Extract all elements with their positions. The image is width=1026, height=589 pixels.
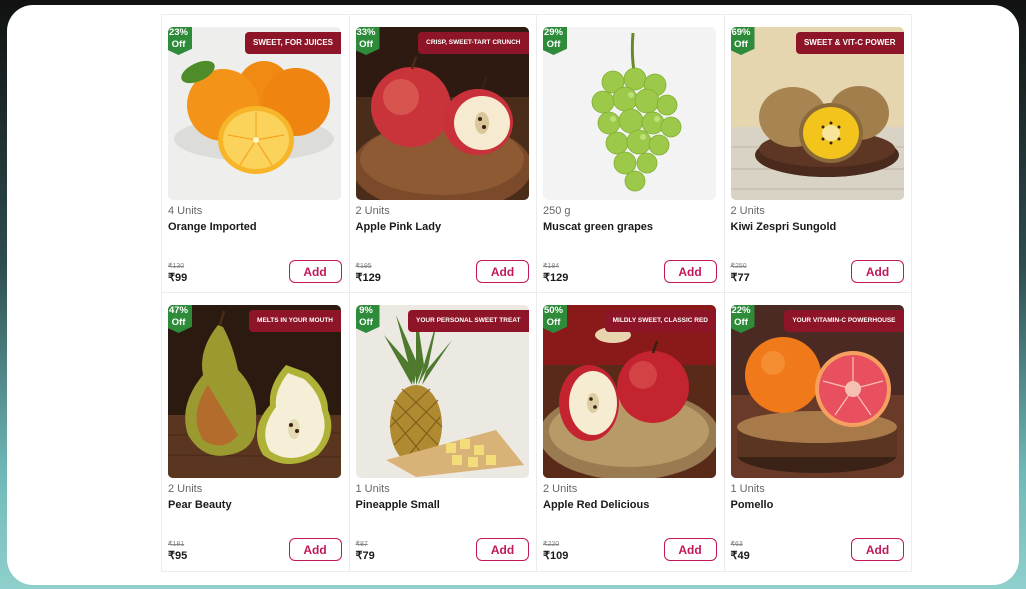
product-price: ₹79 — [355, 550, 375, 562]
add-button[interactable]: Add — [663, 538, 717, 561]
product-mrp: ₹87 — [355, 541, 368, 548]
product-image[interactable]: 47% Off MELTS IN YOUR MOUTH — [168, 305, 341, 478]
product-card[interactable]: 22% Off YOUR VITAMIN-C POWERHOUSE 1 Unit… — [724, 293, 912, 572]
product-tag: YOUR PERSONAL SWEET TREAT — [408, 310, 529, 332]
product-name[interactable]: Pear Beauty — [168, 499, 343, 514]
product-units: 2 Units — [168, 483, 203, 495]
product-name[interactable]: Pomello — [731, 499, 906, 514]
product-card[interactable]: 9% Off YOUR PERSONAL SWEET TREAT 1 Units… — [349, 293, 537, 572]
product-units: 250 g — [543, 205, 571, 217]
product-price: ₹95 — [168, 550, 188, 562]
product-card[interactable]: 50% Off MILDLY SWEET, CLASSIC RED 2 Unit… — [537, 293, 725, 572]
discount-off-label: Off — [734, 317, 748, 328]
product-price: ₹77 — [730, 272, 750, 284]
discount-percent: 29% — [543, 27, 563, 38]
product-units: 2 Units — [730, 205, 765, 217]
product-tag: SWEET & VIT-C POWER — [795, 32, 904, 54]
product-name[interactable]: Apple Red Delicious — [543, 499, 718, 514]
discount-off-label: Off — [546, 39, 561, 50]
product-image[interactable]: 9% Off YOUR PERSONAL SWEET TREAT — [355, 305, 529, 478]
product-tag: CRISP, SWEET-TART CRUNCH — [418, 32, 529, 54]
discount-percent: 23% — [168, 27, 188, 38]
add-button[interactable]: Add — [476, 538, 529, 561]
product-price: ₹129 — [355, 272, 381, 284]
discount-off-label: Off — [546, 317, 561, 328]
product-price: ₹129 — [543, 272, 569, 284]
discount-off-label: Off — [171, 39, 186, 50]
product-card[interactable]: 29% Off 250 g Muscat green grapes ₹184 ₹… — [537, 14, 725, 293]
app-frame: 23% Off SWEET, FOR JUICES 4 Units Orange… — [7, 5, 1019, 585]
discount-percent: 47% — [168, 305, 188, 316]
product-tag: MILDLY SWEET, CLASSIC RED — [604, 310, 716, 332]
discount-percent: 9% — [359, 305, 373, 316]
product-tag: SWEET, FOR JUICES — [244, 32, 341, 54]
product-tag: YOUR VITAMIN-C POWERHOUSE — [784, 310, 904, 332]
discount-off-label: Off — [359, 317, 373, 328]
product-price: ₹109 — [543, 550, 569, 562]
product-tag: MELTS IN YOUR MOUTH — [249, 310, 341, 332]
product-mrp: ₹184 — [543, 263, 560, 270]
product-mrp: ₹220 — [543, 541, 560, 548]
product-card[interactable]: 69% Off SWEET & VIT-C POWER 2 Units Kiwi… — [724, 14, 912, 293]
product-units: 1 Units — [730, 483, 765, 495]
product-image[interactable]: 29% Off — [543, 27, 716, 200]
product-image[interactable]: 69% Off SWEET & VIT-C POWER — [730, 27, 904, 200]
discount-percent: 50% — [543, 305, 563, 316]
product-image[interactable]: 33% Off CRISP, SWEET-TART CRUNCH — [355, 27, 529, 200]
product-units: 1 Units — [355, 483, 390, 495]
discount-off-label: Off — [734, 39, 748, 50]
product-name[interactable]: Pineapple Small — [356, 499, 531, 514]
product-image[interactable]: 22% Off YOUR VITAMIN-C POWERHOUSE — [730, 305, 904, 478]
product-price: ₹99 — [168, 272, 188, 284]
product-name[interactable]: Apple Pink Lady — [356, 221, 531, 236]
product-mrp: ₹195 — [355, 263, 372, 270]
product-name[interactable]: Kiwi Zespri Sungold — [731, 221, 906, 236]
product-card[interactable]: 33% Off CRISP, SWEET-TART CRUNCH 2 Units… — [349, 14, 537, 293]
product-mrp: ₹250 — [730, 263, 747, 270]
add-button[interactable]: Add — [663, 260, 717, 283]
product-name[interactable]: Orange Imported — [168, 221, 343, 236]
product-card[interactable]: 23% Off SWEET, FOR JUICES 4 Units Orange… — [162, 14, 350, 293]
add-button[interactable]: Add — [476, 260, 529, 283]
product-price: ₹49 — [730, 550, 750, 562]
product-name[interactable]: Muscat green grapes — [543, 221, 718, 236]
discount-off-label: Off — [359, 39, 373, 50]
product-mrp: ₹130 — [168, 263, 185, 270]
product-units: 4 Units — [168, 205, 203, 217]
add-button[interactable]: Add — [851, 260, 904, 283]
product-units: 2 Units — [355, 205, 390, 217]
discount-percent: 22% — [731, 305, 751, 316]
product-mrp: ₹63 — [730, 541, 743, 548]
product-mrp: ₹181 — [168, 541, 185, 548]
add-button[interactable]: Add — [288, 538, 342, 561]
discount-off-label: Off — [171, 317, 186, 328]
grapes-image — [543, 27, 716, 200]
product-card[interactable]: 47% Off MELTS IN YOUR MOUTH 2 Units Pear… — [162, 293, 350, 572]
product-grid: 23% Off SWEET, FOR JUICES 4 Units Orange… — [161, 14, 912, 572]
product-units: 2 Units — [543, 483, 578, 495]
add-button[interactable]: Add — [851, 538, 904, 561]
product-image[interactable]: 23% Off SWEET, FOR JUICES — [168, 27, 341, 200]
product-image[interactable]: 50% Off MILDLY SWEET, CLASSIC RED — [543, 305, 716, 478]
add-button[interactable]: Add — [288, 260, 342, 283]
discount-percent: 33% — [356, 27, 376, 38]
discount-percent: 69% — [731, 27, 751, 38]
